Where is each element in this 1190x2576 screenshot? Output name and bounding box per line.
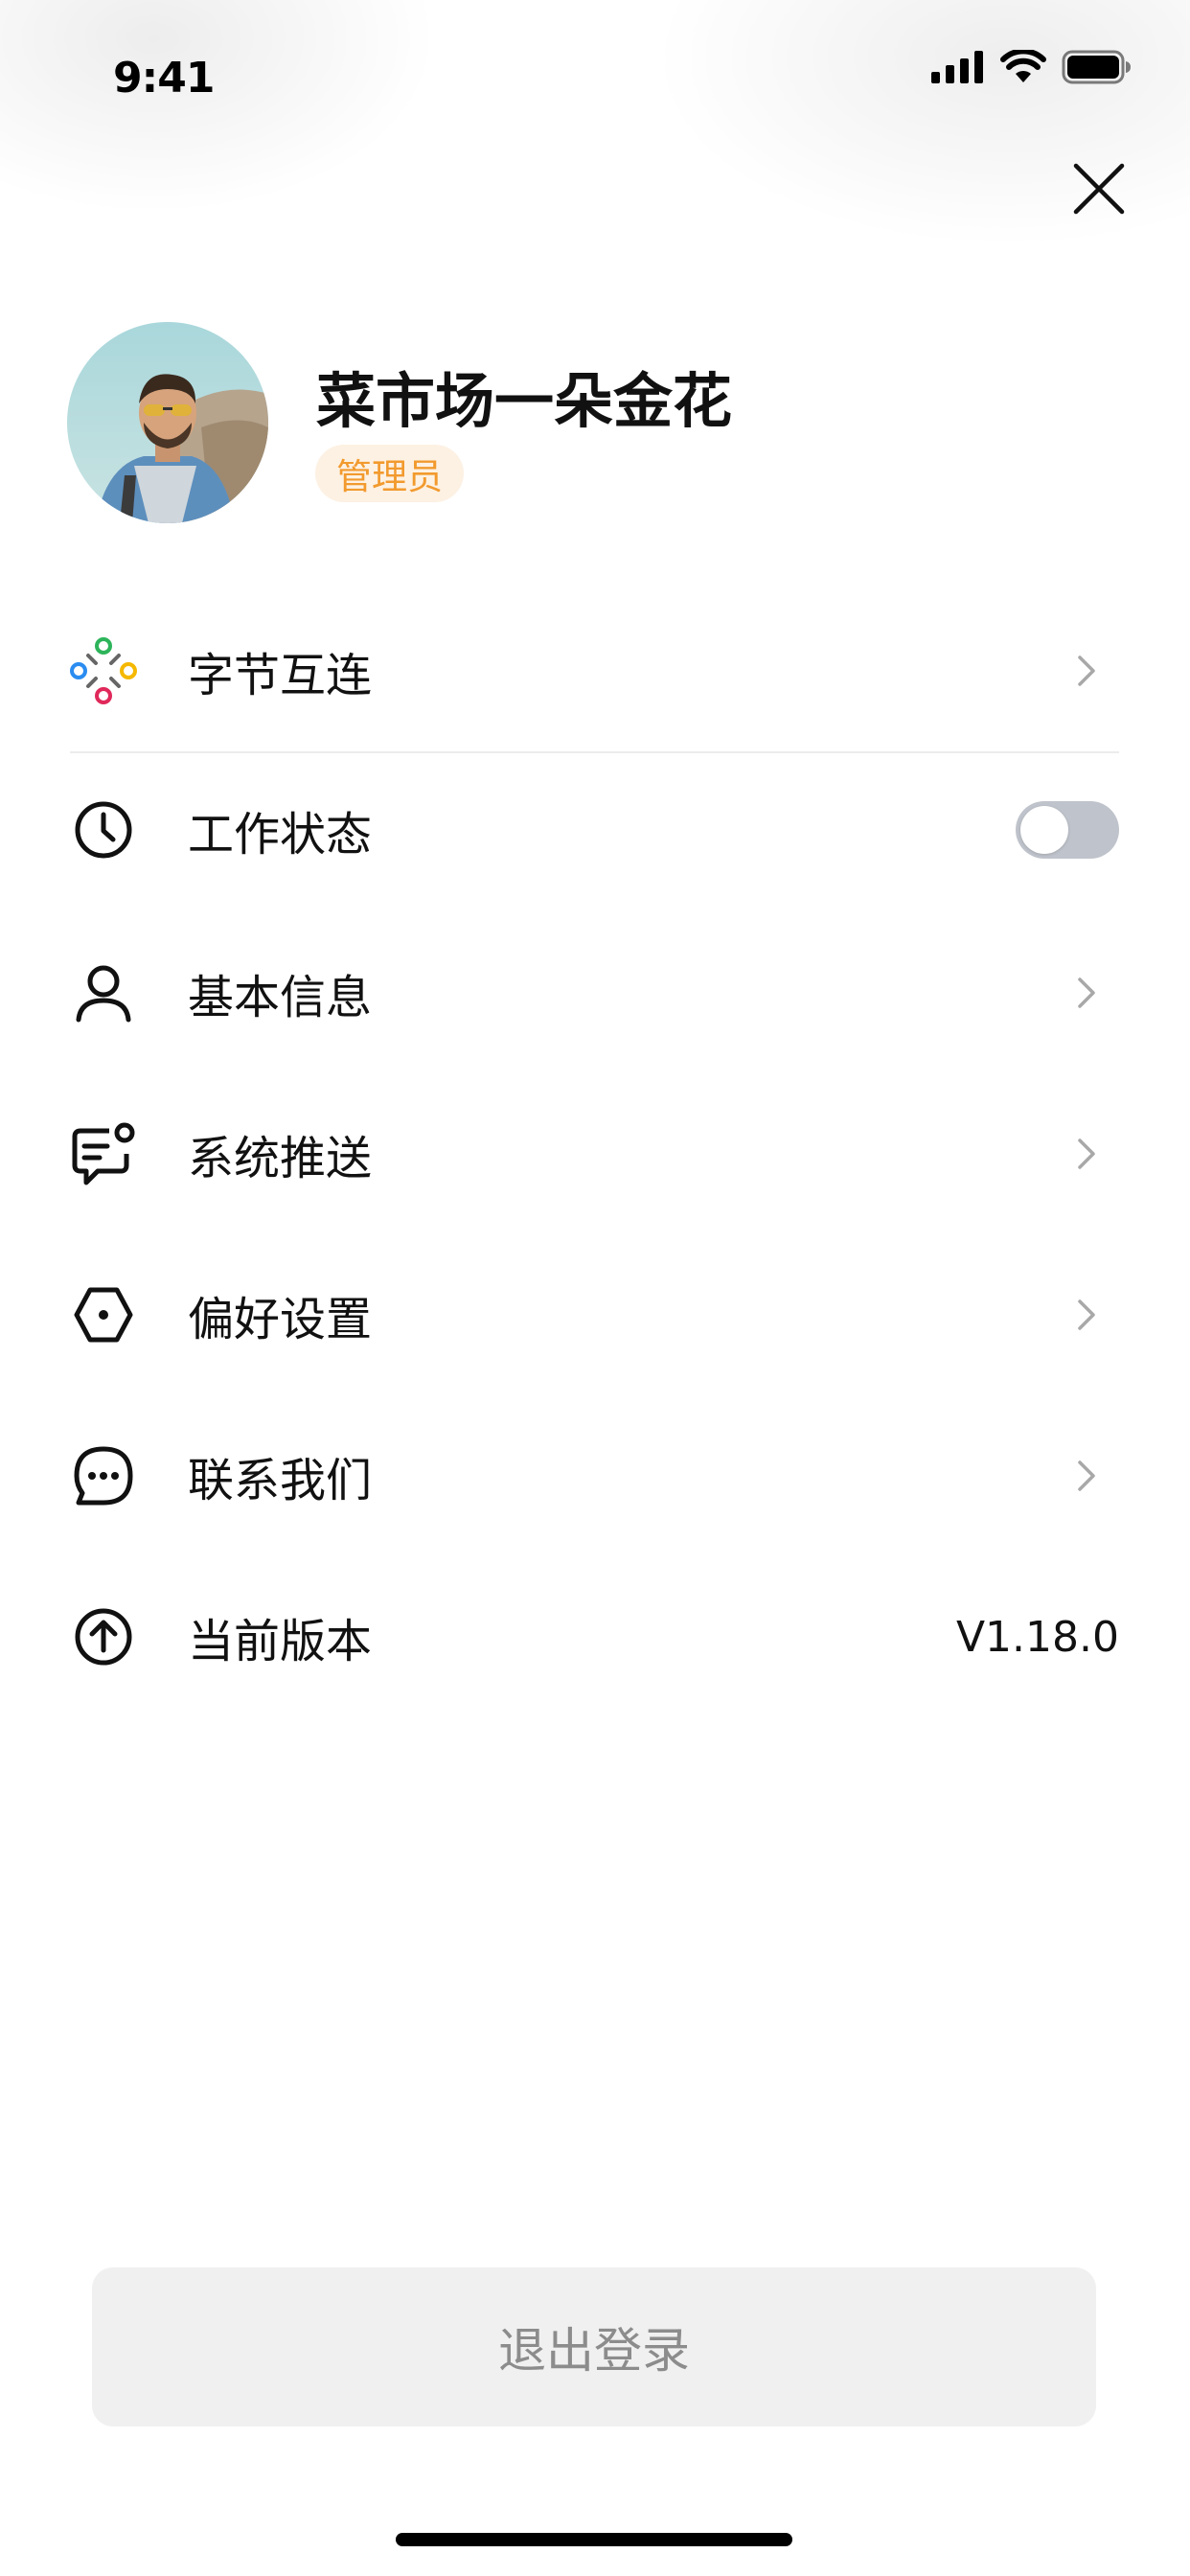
menu-item-label: 字节互连 — [188, 649, 373, 702]
menu-item-label: 系统推送 — [188, 1132, 373, 1185]
clock-icon — [67, 794, 140, 866]
chevron-right-icon — [1067, 974, 1106, 1012]
menu-item-work-status[interactable]: 工作状态 — [67, 753, 1119, 907]
chat-bubble-icon — [67, 1439, 140, 1512]
status-icons — [931, 48, 1133, 88]
menu-item-system-push[interactable]: 系统推送 — [67, 1077, 1119, 1230]
menu-item-label: 基本信息 — [188, 971, 373, 1024]
menu-item-label: 偏好设置 — [188, 1293, 373, 1346]
user-icon — [67, 956, 140, 1029]
close-icon — [1072, 162, 1126, 219]
home-indicator[interactable] — [396, 2533, 792, 2546]
menu-item-label: 联系我们 — [188, 1454, 373, 1507]
toggle-knob — [1020, 806, 1068, 854]
user-name: 菜市场一朵金花 — [316, 366, 733, 436]
chevron-right-icon — [1067, 1296, 1106, 1334]
role-badge: 管理员 — [315, 445, 464, 502]
menu-item-current-version[interactable]: 当前版本 V1.18.0 — [67, 1560, 1119, 1714]
upload-circle-icon — [67, 1600, 140, 1673]
version-value: V1.18.0 — [955, 1612, 1119, 1662]
header-background — [0, 0, 1190, 268]
battery-icon — [1062, 50, 1133, 88]
wifi-icon — [1000, 48, 1046, 88]
menu-item-basic-info[interactable]: 基本信息 — [67, 916, 1119, 1070]
menu-item-label: 工作状态 — [188, 808, 373, 862]
menu-item-preferences[interactable]: 偏好设置 — [67, 1238, 1119, 1392]
chevron-right-icon — [1067, 1135, 1106, 1173]
app-grid-icon — [67, 634, 140, 707]
cellular-signal-icon — [931, 51, 985, 87]
settings-screen: 9:41 菜市场一朵金花 管理员 字节互连 工作状态 基本信息 系统推送 偏好设… — [0, 0, 1190, 2576]
logout-button[interactable]: 退出登录 — [92, 2267, 1096, 2426]
work-status-toggle[interactable] — [1016, 801, 1119, 859]
menu-item-label: 当前版本 — [188, 1615, 373, 1668]
avatar[interactable] — [67, 322, 268, 523]
message-notification-icon — [67, 1117, 140, 1190]
close-button[interactable] — [1062, 153, 1136, 228]
menu-item-contact-us[interactable]: 联系我们 — [67, 1399, 1119, 1552]
chevron-right-icon — [1067, 1457, 1106, 1495]
settings-hexagon-icon — [67, 1278, 140, 1351]
menu-item-app-connect[interactable]: 字节互连 — [67, 594, 1119, 748]
status-time: 9:41 — [113, 54, 215, 103]
chevron-right-icon — [1067, 652, 1106, 690]
